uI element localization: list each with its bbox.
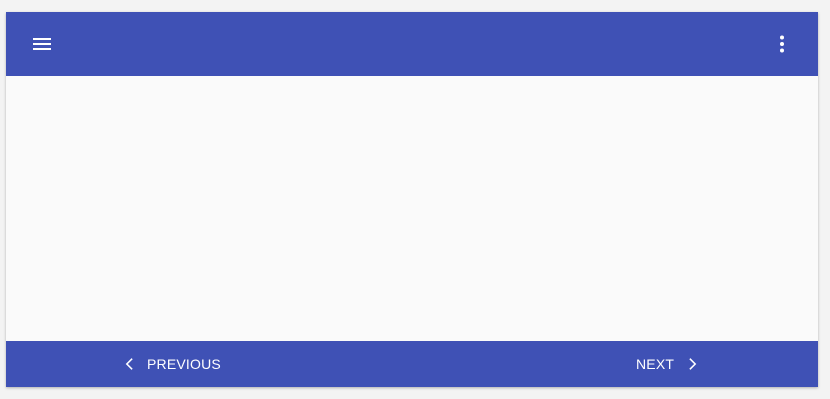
chevron-left-icon: [122, 356, 138, 372]
app-frame: PREVIOUS NEXT: [6, 12, 818, 387]
previous-button[interactable]: PREVIOUS: [122, 348, 221, 380]
bottom-navigation-bar: PREVIOUS NEXT: [6, 341, 818, 387]
top-toolbar: [6, 12, 818, 76]
menu-button[interactable]: [24, 26, 60, 62]
chevron-right-icon: [684, 356, 700, 372]
main-content: [6, 76, 818, 341]
next-button[interactable]: NEXT: [636, 348, 700, 380]
next-label: NEXT: [636, 356, 675, 372]
previous-label: PREVIOUS: [147, 356, 221, 372]
more-options-button[interactable]: [764, 26, 800, 62]
